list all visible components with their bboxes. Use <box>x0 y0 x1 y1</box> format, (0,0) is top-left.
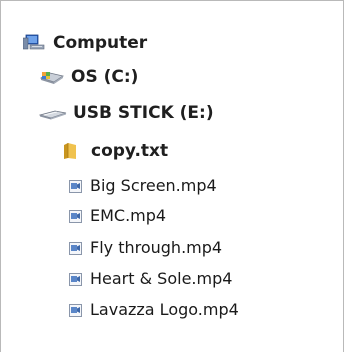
tree-item-label: EMC.mp4 <box>90 206 167 225</box>
computer-icon <box>23 34 45 52</box>
tree-item-folder[interactable]: copy.txt <box>63 142 168 160</box>
tree-item-file[interactable]: Fly through.mp4 <box>69 240 222 256</box>
tree-item-label: Lavazza Logo.mp4 <box>90 300 239 319</box>
tree-item-label: USB STICK (E:) <box>73 103 214 123</box>
tree-item-file[interactable]: EMC.mp4 <box>69 208 166 224</box>
tree-item-file[interactable]: Big Screen.mp4 <box>69 178 217 194</box>
video-file-icon <box>69 241 82 255</box>
tree-item-label: Big Screen.mp4 <box>90 176 217 195</box>
tree-item-label: OS (C:) <box>71 67 139 87</box>
tree-item-label: Computer <box>53 32 148 53</box>
tree-item-label: copy.txt <box>91 140 169 161</box>
tree-item-label: Fly through.mp4 <box>90 238 223 257</box>
hard-drive-icon <box>39 70 65 86</box>
tree-item-os-drive[interactable]: OS (C:) <box>39 69 138 86</box>
tree-item-computer[interactable]: Computer <box>23 34 147 52</box>
video-file-icon <box>69 209 82 223</box>
tree-item-file[interactable]: Heart & Sole.mp4 <box>69 271 232 287</box>
video-file-icon <box>69 303 82 317</box>
video-file-icon <box>69 272 82 286</box>
tree-item-usb-drive[interactable]: USB STICK (E:) <box>39 105 214 122</box>
video-file-icon <box>69 179 82 193</box>
navigation-pane: Computer OS (C:) USB STICK (E:) copy.txt… <box>0 0 344 352</box>
usb-drive-icon <box>39 107 67 121</box>
tree-item-file[interactable]: Lavazza Logo.mp4 <box>69 302 239 318</box>
tree-item-label: Heart & Sole.mp4 <box>90 269 233 288</box>
folder-icon <box>63 142 77 160</box>
